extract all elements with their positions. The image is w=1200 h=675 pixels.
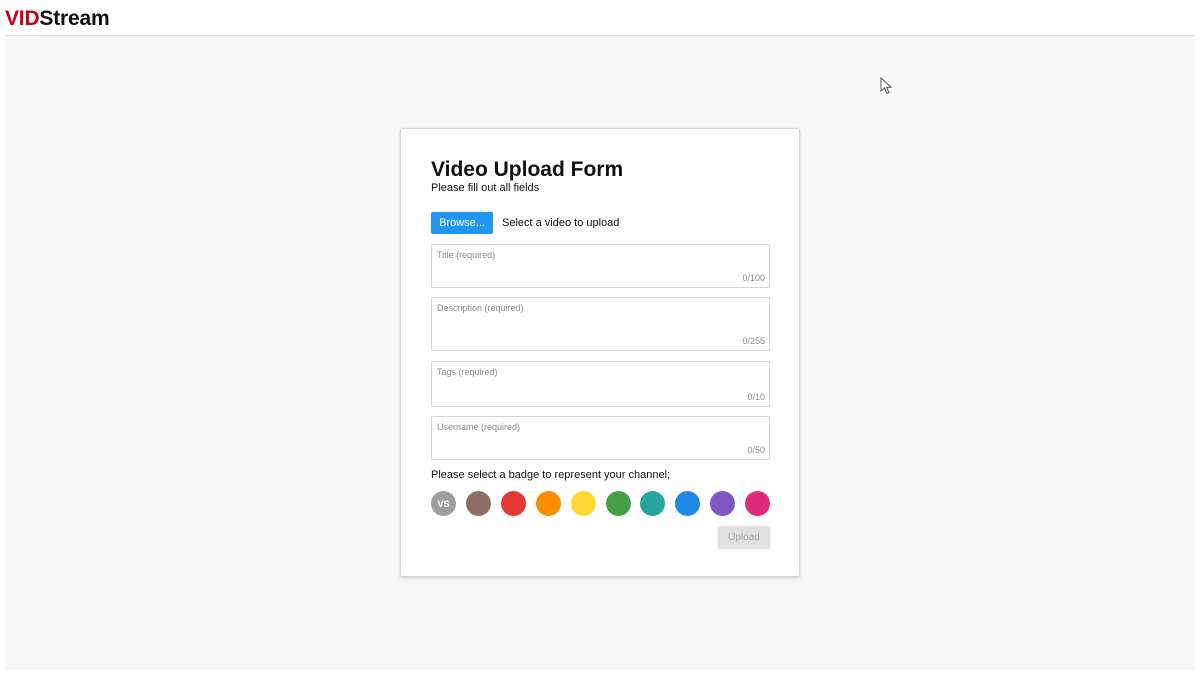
badge-option[interactable] [605,491,631,516]
badge-option[interactable]: VS [431,491,456,516]
badge-option[interactable] [745,491,771,516]
badge-option[interactable] [535,491,561,516]
username-field[interactable]: Username (required) 0/50 [431,416,770,460]
badge-option[interactable] [675,491,701,516]
username-placeholder: Username (required) [437,422,521,432]
badge-option[interactable] [500,491,526,516]
app-header: VIDStream [5,0,1195,36]
badge-option[interactable] [465,491,491,516]
title-placeholder: Title (required) [437,250,496,260]
logo-vid-text: VID [5,7,40,30]
browse-button[interactable]: Browse... [431,212,493,234]
mouse-pointer-icon [880,77,893,95]
tags-field[interactable]: Tags (required) 0/10 [431,361,770,407]
title-field[interactable]: Title (required) 0/100 [431,244,770,288]
badge-option[interactable] [710,491,736,516]
upload-form-card: Video Upload Form Please fill out all fi… [400,128,800,577]
vidstream-logo[interactable]: VIDStream [5,7,110,31]
logo-stream-text: Stream [39,7,110,30]
form-title: Video Upload Form [431,158,624,181]
badge-picker: VS [431,491,771,516]
badge-option[interactable] [640,491,666,516]
page-background: Video Upload Form Please fill out all fi… [5,36,1195,670]
description-counter: 0/255 [742,336,765,346]
tags-placeholder: Tags (required) [437,367,498,377]
upload-button[interactable]: Upload [718,526,770,548]
tags-counter: 0/10 [747,392,765,402]
description-field[interactable]: Description (required) 0/255 [431,297,770,351]
browse-hint: Select a video to upload [502,217,620,229]
badge-option[interactable] [570,491,596,516]
title-counter: 0/100 [742,273,765,283]
username-counter: 0/50 [747,445,765,455]
form-subtitle: Please fill out all fields [431,182,540,194]
badge-prompt: Please select a badge to represent your … [431,469,671,481]
description-placeholder: Description (required) [437,303,524,313]
